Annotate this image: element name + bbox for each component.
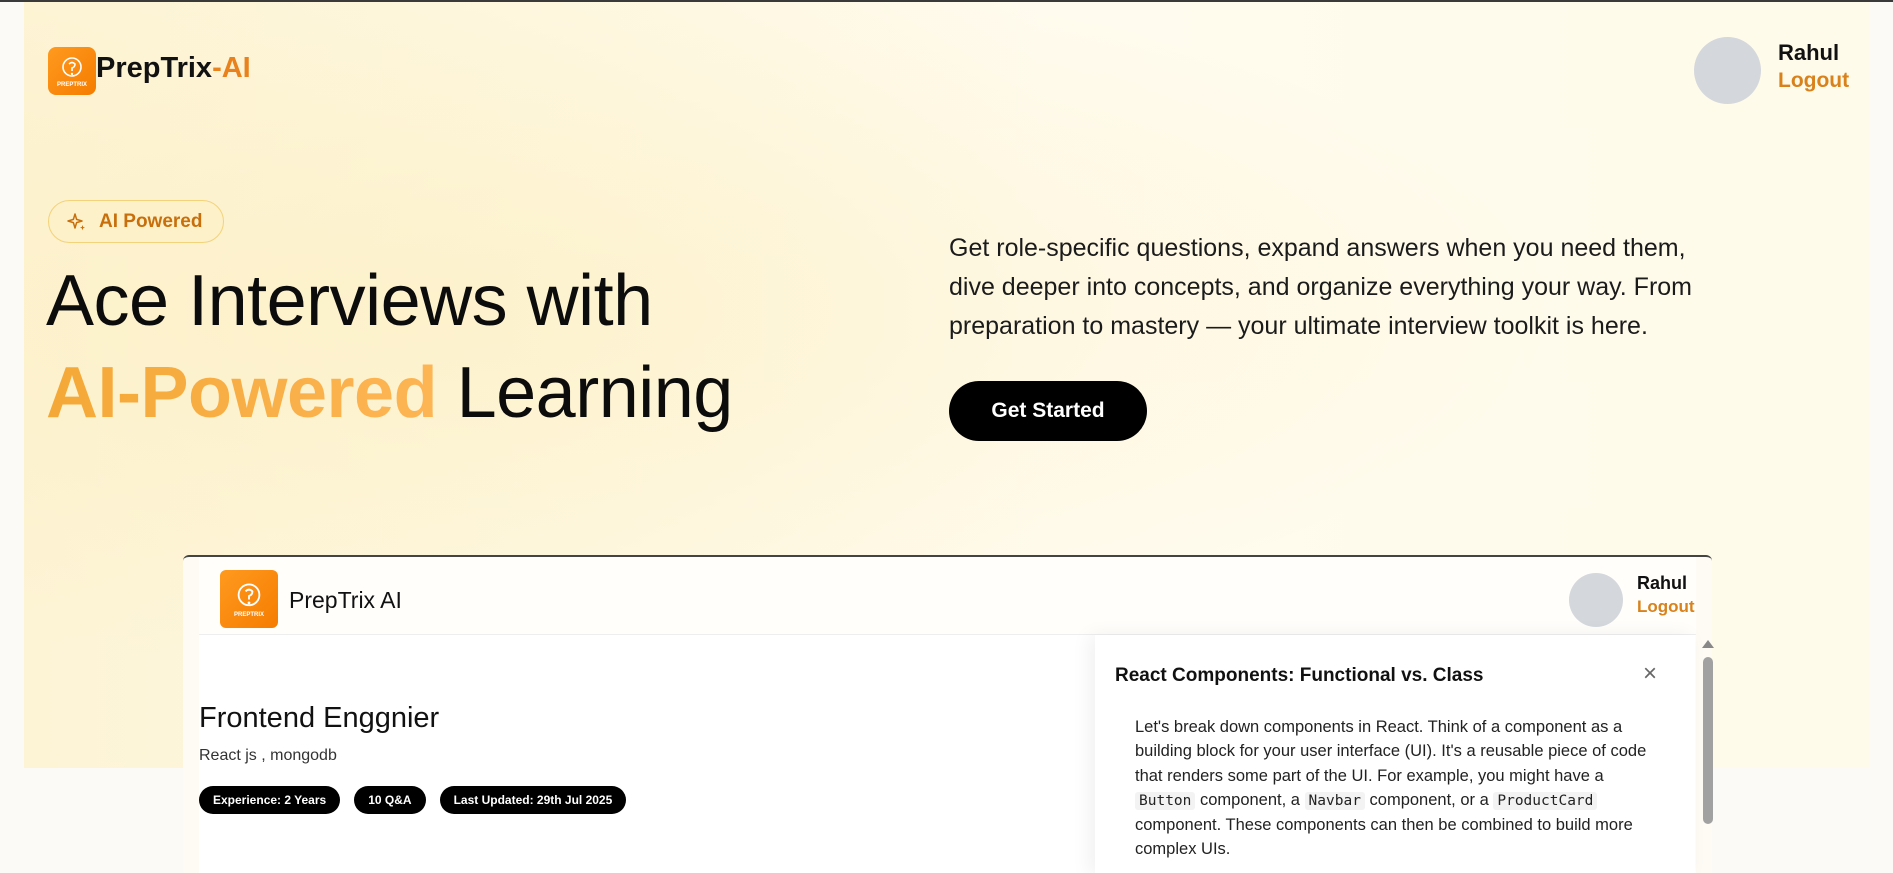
last-updated-pill: Last Updated: 29th Jul 2025 (439, 786, 627, 814)
code-productcard: ProductCard (1493, 791, 1598, 810)
hero-title-accent: AI-Powered (46, 353, 438, 433)
brand-main: PrepTrix (96, 52, 213, 84)
session-title: Frontend Enggnier (199, 702, 440, 734)
drawer-scrollbar[interactable] (1702, 640, 1714, 873)
preview-avatar[interactable] (1569, 573, 1623, 627)
brand-name[interactable]: PrepTrix-AI (96, 52, 251, 85)
scroll-up-arrow-icon[interactable] (1702, 640, 1714, 648)
logout-link[interactable]: Logout (1778, 69, 1849, 93)
experience-pill: Experience: 2 Years (199, 786, 341, 814)
brand-accent: -AI (212, 52, 251, 84)
hero-title-line2: AI-Powered Learning (46, 352, 733, 434)
preview-logo-icon[interactable]: PREPTRIX (220, 570, 278, 628)
logo-caption: PREPTRIX (56, 81, 87, 88)
ai-powered-badge: AI Powered (48, 200, 224, 243)
code-button: Button (1135, 791, 1196, 810)
qa-count-pill: 10 Q&A (354, 786, 426, 814)
preview-logo-caption: PREPTRIX (233, 611, 264, 618)
drawer-title: React Components: Functional vs. Class (1115, 665, 1484, 686)
drawer-body: Let's break down components in React. Th… (1135, 715, 1655, 862)
avatar[interactable] (1694, 37, 1761, 104)
app-preview: PREPTRIX PrepTrix AI Rahul Logout Fronte… (183, 555, 1712, 873)
brand-logo-icon[interactable]: PREPTRIX (48, 47, 96, 95)
drawer-text-3: component, or a (1364, 790, 1494, 809)
preview-window: PREPTRIX PrepTrix AI Rahul Logout Fronte… (199, 557, 1696, 873)
code-navbar: Navbar (1304, 791, 1365, 810)
preview-brand-name[interactable]: PrepTrix AI (289, 587, 402, 614)
sparkles-icon (67, 212, 85, 230)
get-started-button[interactable]: Get Started (949, 381, 1147, 441)
hero-description: Get role-specific questions, expand answ… (949, 234, 1692, 340)
scrollbar-thumb[interactable] (1703, 657, 1713, 824)
session-topics: React js , mongodb (199, 747, 337, 764)
preview-user-name: Rahul (1637, 573, 1688, 593)
hero-title-line1: Ace Interviews with (46, 261, 653, 341)
brain-icon (62, 56, 82, 77)
explanation-drawer: React Components: Functional vs. Class ×… (1095, 635, 1695, 873)
preview-header: PREPTRIX PrepTrix AI Rahul Logout (199, 557, 1696, 635)
hero-title-rest: Learning (437, 353, 734, 433)
preview-logout-link[interactable]: Logout (1637, 597, 1695, 617)
badge-label: AI Powered (99, 210, 203, 232)
drawer-text-4: component. These components can then be … (1135, 816, 1633, 859)
brain-icon (237, 583, 261, 606)
user-name: Rahul (1778, 40, 1840, 65)
close-icon[interactable]: × (1643, 662, 1657, 686)
drawer-text-1: Let's break down components in React. Th… (1135, 718, 1647, 785)
session-pills: Experience: 2 Years 10 Q&A Last Updated:… (199, 786, 627, 814)
drawer-text-2: component, a (1195, 790, 1305, 809)
